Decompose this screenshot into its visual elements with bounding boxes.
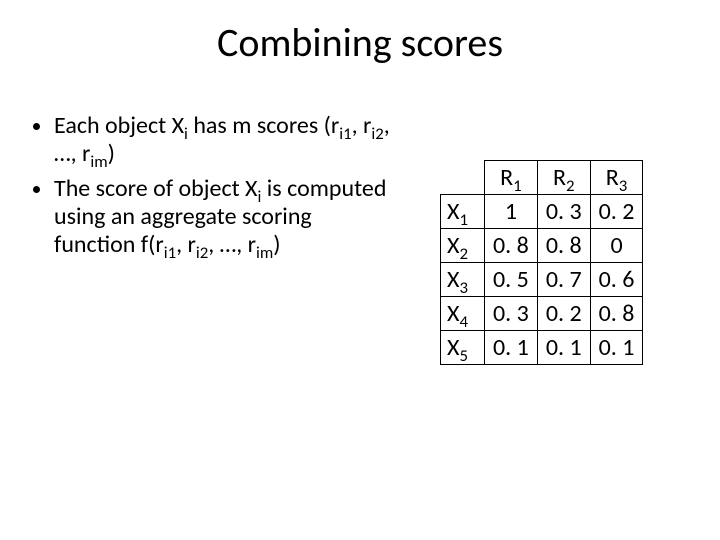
row-header: X5	[441, 331, 485, 365]
subscript: im	[90, 151, 107, 172]
subscript: i1	[164, 242, 176, 263]
subscript: 3	[459, 277, 468, 298]
subscript: 1	[513, 175, 522, 196]
text: , r	[176, 230, 196, 259]
cell: 0. 2	[590, 195, 643, 229]
cell: 0. 7	[537, 263, 590, 297]
text: )	[273, 230, 280, 259]
subscript: i1	[339, 123, 351, 144]
subscript: i2	[371, 123, 383, 144]
bullet-1: Each object Xi has m scores (ri1, ri2, ……	[54, 112, 394, 169]
text: X	[447, 231, 459, 260]
cell: 1	[485, 195, 538, 229]
subscript: 4	[459, 311, 468, 332]
text: X	[447, 333, 459, 362]
subscript: 1	[459, 209, 468, 230]
text: R	[553, 163, 566, 192]
text: X	[447, 299, 459, 328]
col-header: R1	[485, 161, 538, 195]
text: has m scores (r	[188, 111, 339, 140]
cell: 0. 1	[590, 331, 643, 365]
bullet-2: The score of object Xi is computed using…	[54, 175, 394, 260]
row-header: X4	[441, 297, 485, 331]
cell: 0. 3	[485, 297, 538, 331]
cell: 0. 8	[485, 229, 538, 263]
text: X	[447, 197, 459, 226]
cell: 0. 5	[485, 263, 538, 297]
cell: 0. 8	[590, 297, 643, 331]
subscript: 5	[459, 345, 468, 366]
text: R	[606, 163, 619, 192]
table-row: X5 0. 1 0. 1 0. 1	[441, 331, 643, 365]
slide: Combining scores Each object Xi has m sc…	[0, 0, 720, 540]
text: X	[447, 265, 459, 294]
cell: 0. 1	[485, 331, 538, 365]
subscript: 3	[619, 175, 628, 196]
text: , …, r	[208, 230, 256, 259]
cell: 0. 2	[537, 297, 590, 331]
cell: 0. 6	[590, 263, 643, 297]
subscript: 2	[459, 243, 468, 264]
subscript: i2	[196, 242, 208, 263]
cell: 0. 1	[537, 331, 590, 365]
table-corner	[441, 161, 485, 195]
col-header: R3	[590, 161, 643, 195]
row-header: X3	[441, 263, 485, 297]
cell: 0. 8	[537, 229, 590, 263]
text: Each object X	[54, 111, 184, 140]
table-header-row: R1 R2 R3	[441, 161, 643, 195]
table-row: X4 0. 3 0. 2 0. 8	[441, 297, 643, 331]
slide-title: Combining scores	[0, 18, 720, 67]
table-row: X3 0. 5 0. 7 0. 6	[441, 263, 643, 297]
row-header: X2	[441, 229, 485, 263]
table-row: X2 0. 8 0. 8 0	[441, 229, 643, 263]
text: R	[500, 163, 513, 192]
table-row: X1 1 0. 3 0. 2	[441, 195, 643, 229]
cell: 0	[590, 229, 643, 263]
score-table: R1 R2 R3 X1 1 0. 3 0. 2 X2 0. 8 0. 8 0 X…	[440, 160, 643, 365]
text: The score of object X	[54, 174, 258, 203]
text: )	[108, 139, 115, 168]
text: , r	[352, 111, 372, 140]
subscript: 2	[566, 175, 575, 196]
slide-body: Each object Xi has m scores (ri1, ri2, ……	[34, 112, 394, 266]
row-header: X1	[441, 195, 485, 229]
subscript: im	[256, 242, 273, 263]
col-header: R2	[537, 161, 590, 195]
cell: 0. 3	[537, 195, 590, 229]
